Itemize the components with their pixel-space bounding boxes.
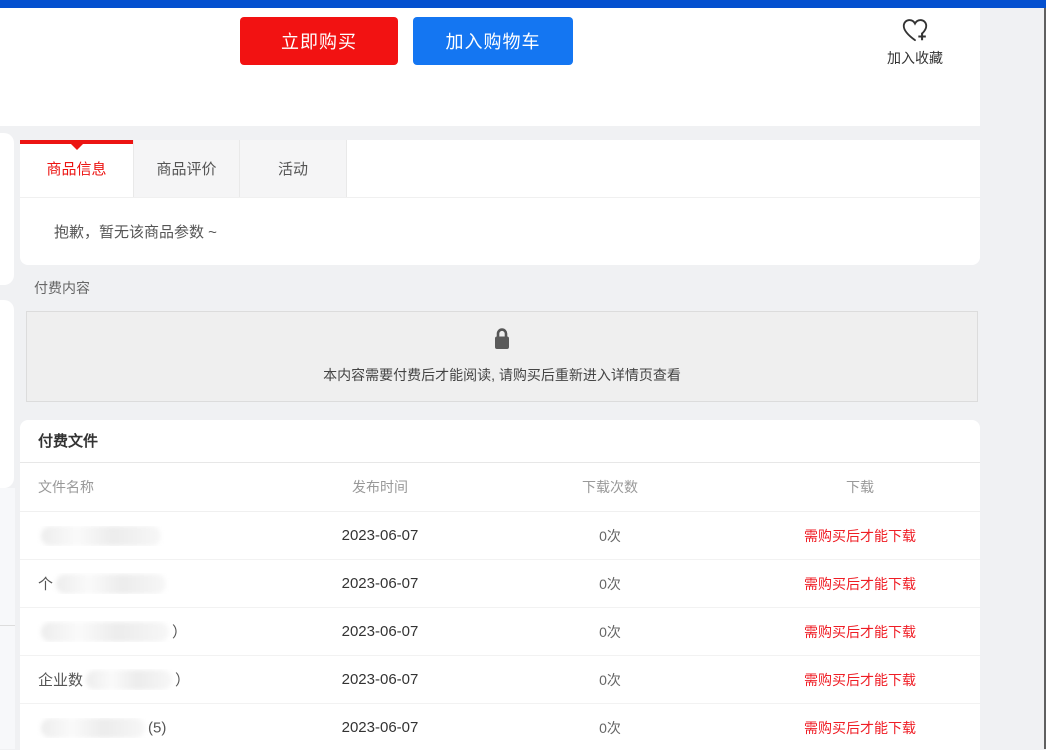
no-params-message: 抱歉，暂无该商品参数 ~ xyxy=(54,221,217,242)
col-header-download: 下载 xyxy=(740,477,980,497)
heart-plus-icon xyxy=(900,16,930,46)
publish-date: 2023-06-07 xyxy=(280,719,480,736)
table-row: 2023-06-07 0次 需购买后才能下载 xyxy=(20,512,980,560)
favorites-label: 加入收藏 xyxy=(887,50,943,66)
col-header-file-name: 文件名称 xyxy=(20,477,280,497)
download-count: 0次 xyxy=(480,622,740,642)
background-side-strip xyxy=(0,300,14,488)
download-link[interactable]: 需购买后才能下载 xyxy=(740,670,980,690)
download-count: 0次 xyxy=(480,670,740,690)
publish-date: 2023-06-07 xyxy=(280,671,480,688)
table-row: (5) 2023-06-07 0次 需购买后才能下载 xyxy=(20,704,980,750)
lock-icon xyxy=(490,326,514,357)
tab-product-info[interactable]: 商品信息 xyxy=(20,140,133,197)
no-params-panel: 抱歉，暂无该商品参数 ~ xyxy=(20,197,980,265)
paid-content-section-title: 付费内容 xyxy=(34,278,90,298)
download-link[interactable]: 需购买后才能下载 xyxy=(740,526,980,546)
download-count: 0次 xyxy=(480,526,740,546)
top-accent-bar xyxy=(0,0,1046,8)
col-header-publish-date: 发布时间 xyxy=(280,477,480,497)
background-side-strip xyxy=(0,133,14,285)
download-link[interactable]: 需购买后才能下载 xyxy=(740,718,980,738)
file-name-cell: (5) xyxy=(20,718,280,738)
download-link[interactable]: 需购买后才能下载 xyxy=(740,622,980,642)
publish-date: 2023-06-07 xyxy=(280,623,480,640)
table-row: 个 2023-06-07 0次 需购买后才能下载 xyxy=(20,560,980,608)
files-table-header: 文件名称 发布时间 下载次数 下载 xyxy=(20,462,980,512)
paid-files-panel: 付费文件 文件名称 发布时间 下载次数 下载 2023-06-07 0次 需购买… xyxy=(20,420,980,750)
detail-tab-bar: 商品信息 商品评价 活动 xyxy=(20,140,980,197)
tab-product-reviews[interactable]: 商品评价 xyxy=(133,140,240,197)
tab-activities[interactable]: 活动 xyxy=(240,140,347,197)
product-action-header: 立即购买 加入购物车 加入收藏 xyxy=(0,8,980,126)
file-name-cell xyxy=(20,526,280,546)
file-name-cell: ） xyxy=(20,621,280,642)
publish-date: 2023-06-07 xyxy=(280,527,480,544)
paid-files-section-title: 付费文件 xyxy=(20,420,980,462)
redacted-file-name xyxy=(41,622,169,642)
add-to-cart-button[interactable]: 加入购物车 xyxy=(413,17,573,65)
download-link[interactable]: 需购买后才能下载 xyxy=(740,574,980,594)
background-side-strip xyxy=(0,488,15,749)
redacted-file-name xyxy=(41,526,161,546)
locked-content-box: 本内容需要付费后才能阅读, 请购买后重新进入详情页查看 xyxy=(26,311,978,402)
redacted-file-name xyxy=(56,574,166,594)
add-to-favorites-button[interactable]: 加入收藏 xyxy=(855,16,975,68)
table-row: 企业数） 2023-06-07 0次 需购买后才能下载 xyxy=(20,656,980,704)
col-header-download-count: 下载次数 xyxy=(480,477,740,497)
publish-date: 2023-06-07 xyxy=(280,575,480,592)
download-count: 0次 xyxy=(480,574,740,594)
download-count: 0次 xyxy=(480,718,740,738)
lock-message: 本内容需要付费后才能阅读, 请购买后重新进入详情页查看 xyxy=(27,365,977,385)
redacted-file-name xyxy=(41,718,145,738)
buy-now-button[interactable]: 立即购买 xyxy=(240,17,398,65)
redacted-file-name xyxy=(86,670,172,690)
table-row: ） 2023-06-07 0次 需购买后才能下载 xyxy=(20,608,980,656)
file-name-cell: 企业数） xyxy=(20,669,280,690)
file-name-cell: 个 xyxy=(20,573,280,594)
